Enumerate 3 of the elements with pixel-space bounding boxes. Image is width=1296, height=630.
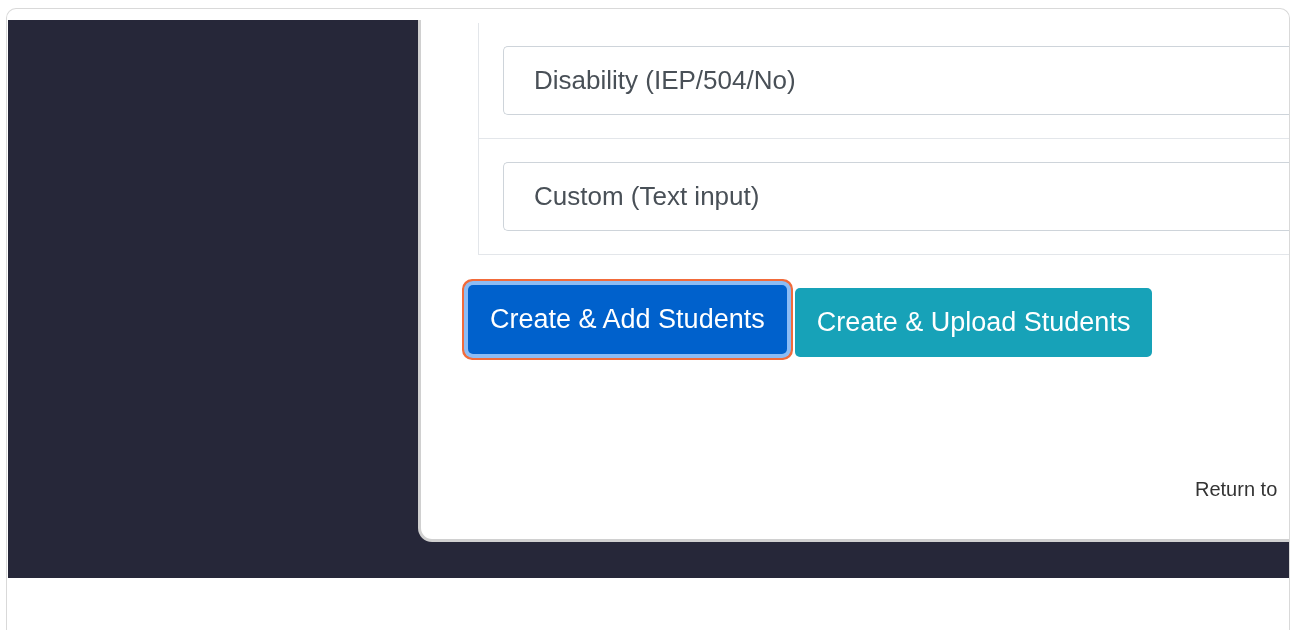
return-link[interactable]: Return to: [478, 478, 1289, 501]
select-field[interactable]: Custom (Text input): [503, 162, 1289, 231]
select-field[interactable]: Disability (IEP/504/No): [503, 46, 1289, 115]
